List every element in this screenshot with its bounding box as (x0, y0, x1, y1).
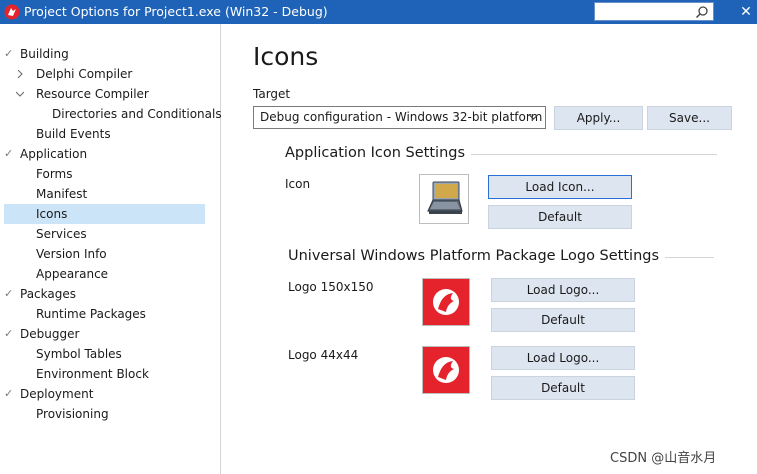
tree-item-label: Environment Block (36, 367, 149, 381)
page-title: Icons (253, 42, 319, 71)
tree-item-symbol-tables[interactable]: Symbol Tables (0, 344, 205, 364)
tree-item-label: Appearance (36, 267, 109, 281)
check-icon: ✓ (4, 387, 14, 400)
tree-item-label: Delphi Compiler (36, 67, 133, 81)
tree-item-resource-compiler[interactable]: Resource Compiler (0, 84, 205, 104)
chevron-right-icon[interactable] (16, 70, 24, 78)
tree-item-application[interactable]: ✓ Application (0, 144, 205, 164)
tree-item-label: Provisioning (36, 407, 109, 421)
check-icon: ✓ (4, 287, 14, 300)
logo-150-preview (422, 278, 470, 326)
tree-item-delphi-compiler[interactable]: Delphi Compiler (0, 64, 205, 84)
delphi-app-icon (4, 4, 20, 20)
load-icon-button[interactable]: Load Icon... (488, 175, 632, 199)
tree-item-label: Application (20, 147, 88, 161)
close-icon[interactable]: ✕ (736, 3, 756, 21)
watermark: CSDN @山音水月 (610, 451, 717, 466)
options-search-input[interactable] (594, 2, 714, 21)
tree-item-provisioning[interactable]: Provisioning (0, 404, 205, 424)
tree-item-label: Debugger (20, 327, 80, 341)
uwp-section-title: Universal Windows Platform Package Logo … (288, 248, 666, 264)
tree-item-label: Build Events (36, 127, 111, 141)
default-icon-button[interactable]: Default (488, 205, 632, 229)
tree-item-manifest[interactable]: Manifest (0, 184, 205, 204)
delphi-logo-icon (423, 347, 469, 393)
default-logo-150-button[interactable]: Default (491, 308, 635, 332)
load-logo-150-button[interactable]: Load Logo... (491, 278, 635, 302)
tree-item-forms[interactable]: Forms (0, 164, 205, 184)
target-label: Target (253, 87, 291, 101)
tree-item-label: Icons (36, 207, 68, 221)
target-dropdown[interactable]: Debug configuration - Windows 32-bit pla… (253, 106, 546, 129)
tree-item-label: Runtime Packages (36, 307, 146, 321)
tree-item-directories-and-conditionals[interactable]: Directories and Conditionals (0, 104, 222, 124)
tree-item-build-events[interactable]: Build Events (0, 124, 205, 144)
default-logo-44-button[interactable]: Default (491, 376, 635, 400)
tree-item-packages[interactable]: ✓ Packages (0, 284, 205, 304)
check-icon: ✓ (4, 47, 14, 60)
options-tree: ✓ Building Delphi Compiler Resource Comp… (0, 24, 222, 474)
logo-44-label: Logo 44x44 (288, 348, 359, 362)
window-title: Project Options for Project1.exe (Win32 … (24, 4, 328, 19)
tree-item-label: Packages (20, 287, 76, 301)
tree-item-version-info[interactable]: Version Info (0, 244, 205, 264)
tree-item-label: Services (36, 227, 87, 241)
chevron-down-icon[interactable] (16, 90, 24, 98)
delphi-logo-icon (423, 279, 469, 325)
tree-item-services[interactable]: Services (0, 224, 205, 244)
tree-item-label: Resource Compiler (36, 87, 149, 101)
tree-item-debugger[interactable]: ✓ Debugger (0, 324, 205, 344)
logo-150-label: Logo 150x150 (288, 280, 374, 294)
application-icon-preview (419, 174, 469, 224)
apply-button[interactable]: Apply... (554, 106, 643, 130)
tree-item-icons[interactable]: Icons (4, 204, 205, 224)
tree-item-appearance[interactable]: Appearance (0, 264, 205, 284)
title-bar: Project Options for Project1.exe (Win32 … (0, 0, 757, 24)
tree-item-label: Building (20, 47, 69, 61)
tree-item-label: Deployment (20, 387, 94, 401)
search-icon[interactable] (695, 5, 709, 19)
tree-item-label: Forms (36, 167, 73, 181)
tree-item-runtime-packages[interactable]: Runtime Packages (0, 304, 205, 324)
logo-44-preview (422, 346, 470, 394)
tree-item-environment-block[interactable]: Environment Block (0, 364, 205, 384)
tree-item-label: Manifest (36, 187, 88, 201)
save-button[interactable]: Save... (647, 106, 732, 130)
load-logo-44-button[interactable]: Load Logo... (491, 346, 635, 370)
chevron-down-icon[interactable] (528, 113, 539, 121)
tree-item-deployment[interactable]: ✓ Deployment (0, 384, 205, 404)
app-icon-section-title: Application Icon Settings (285, 145, 472, 161)
tree-item-label: Directories and Conditionals (52, 107, 222, 121)
target-dropdown-value: Debug configuration - Windows 32-bit pla… (260, 110, 543, 124)
tree-item-label: Symbol Tables (36, 347, 122, 361)
check-icon: ✓ (4, 327, 14, 340)
icon-label: Icon (285, 177, 311, 191)
icons-page: Icons Target Debug configuration - Windo… (222, 24, 757, 474)
tree-item-building[interactable]: ✓ Building (0, 44, 205, 64)
laptop-icon (427, 181, 463, 214)
tree-item-label: Version Info (36, 247, 107, 261)
check-icon: ✓ (4, 147, 14, 160)
